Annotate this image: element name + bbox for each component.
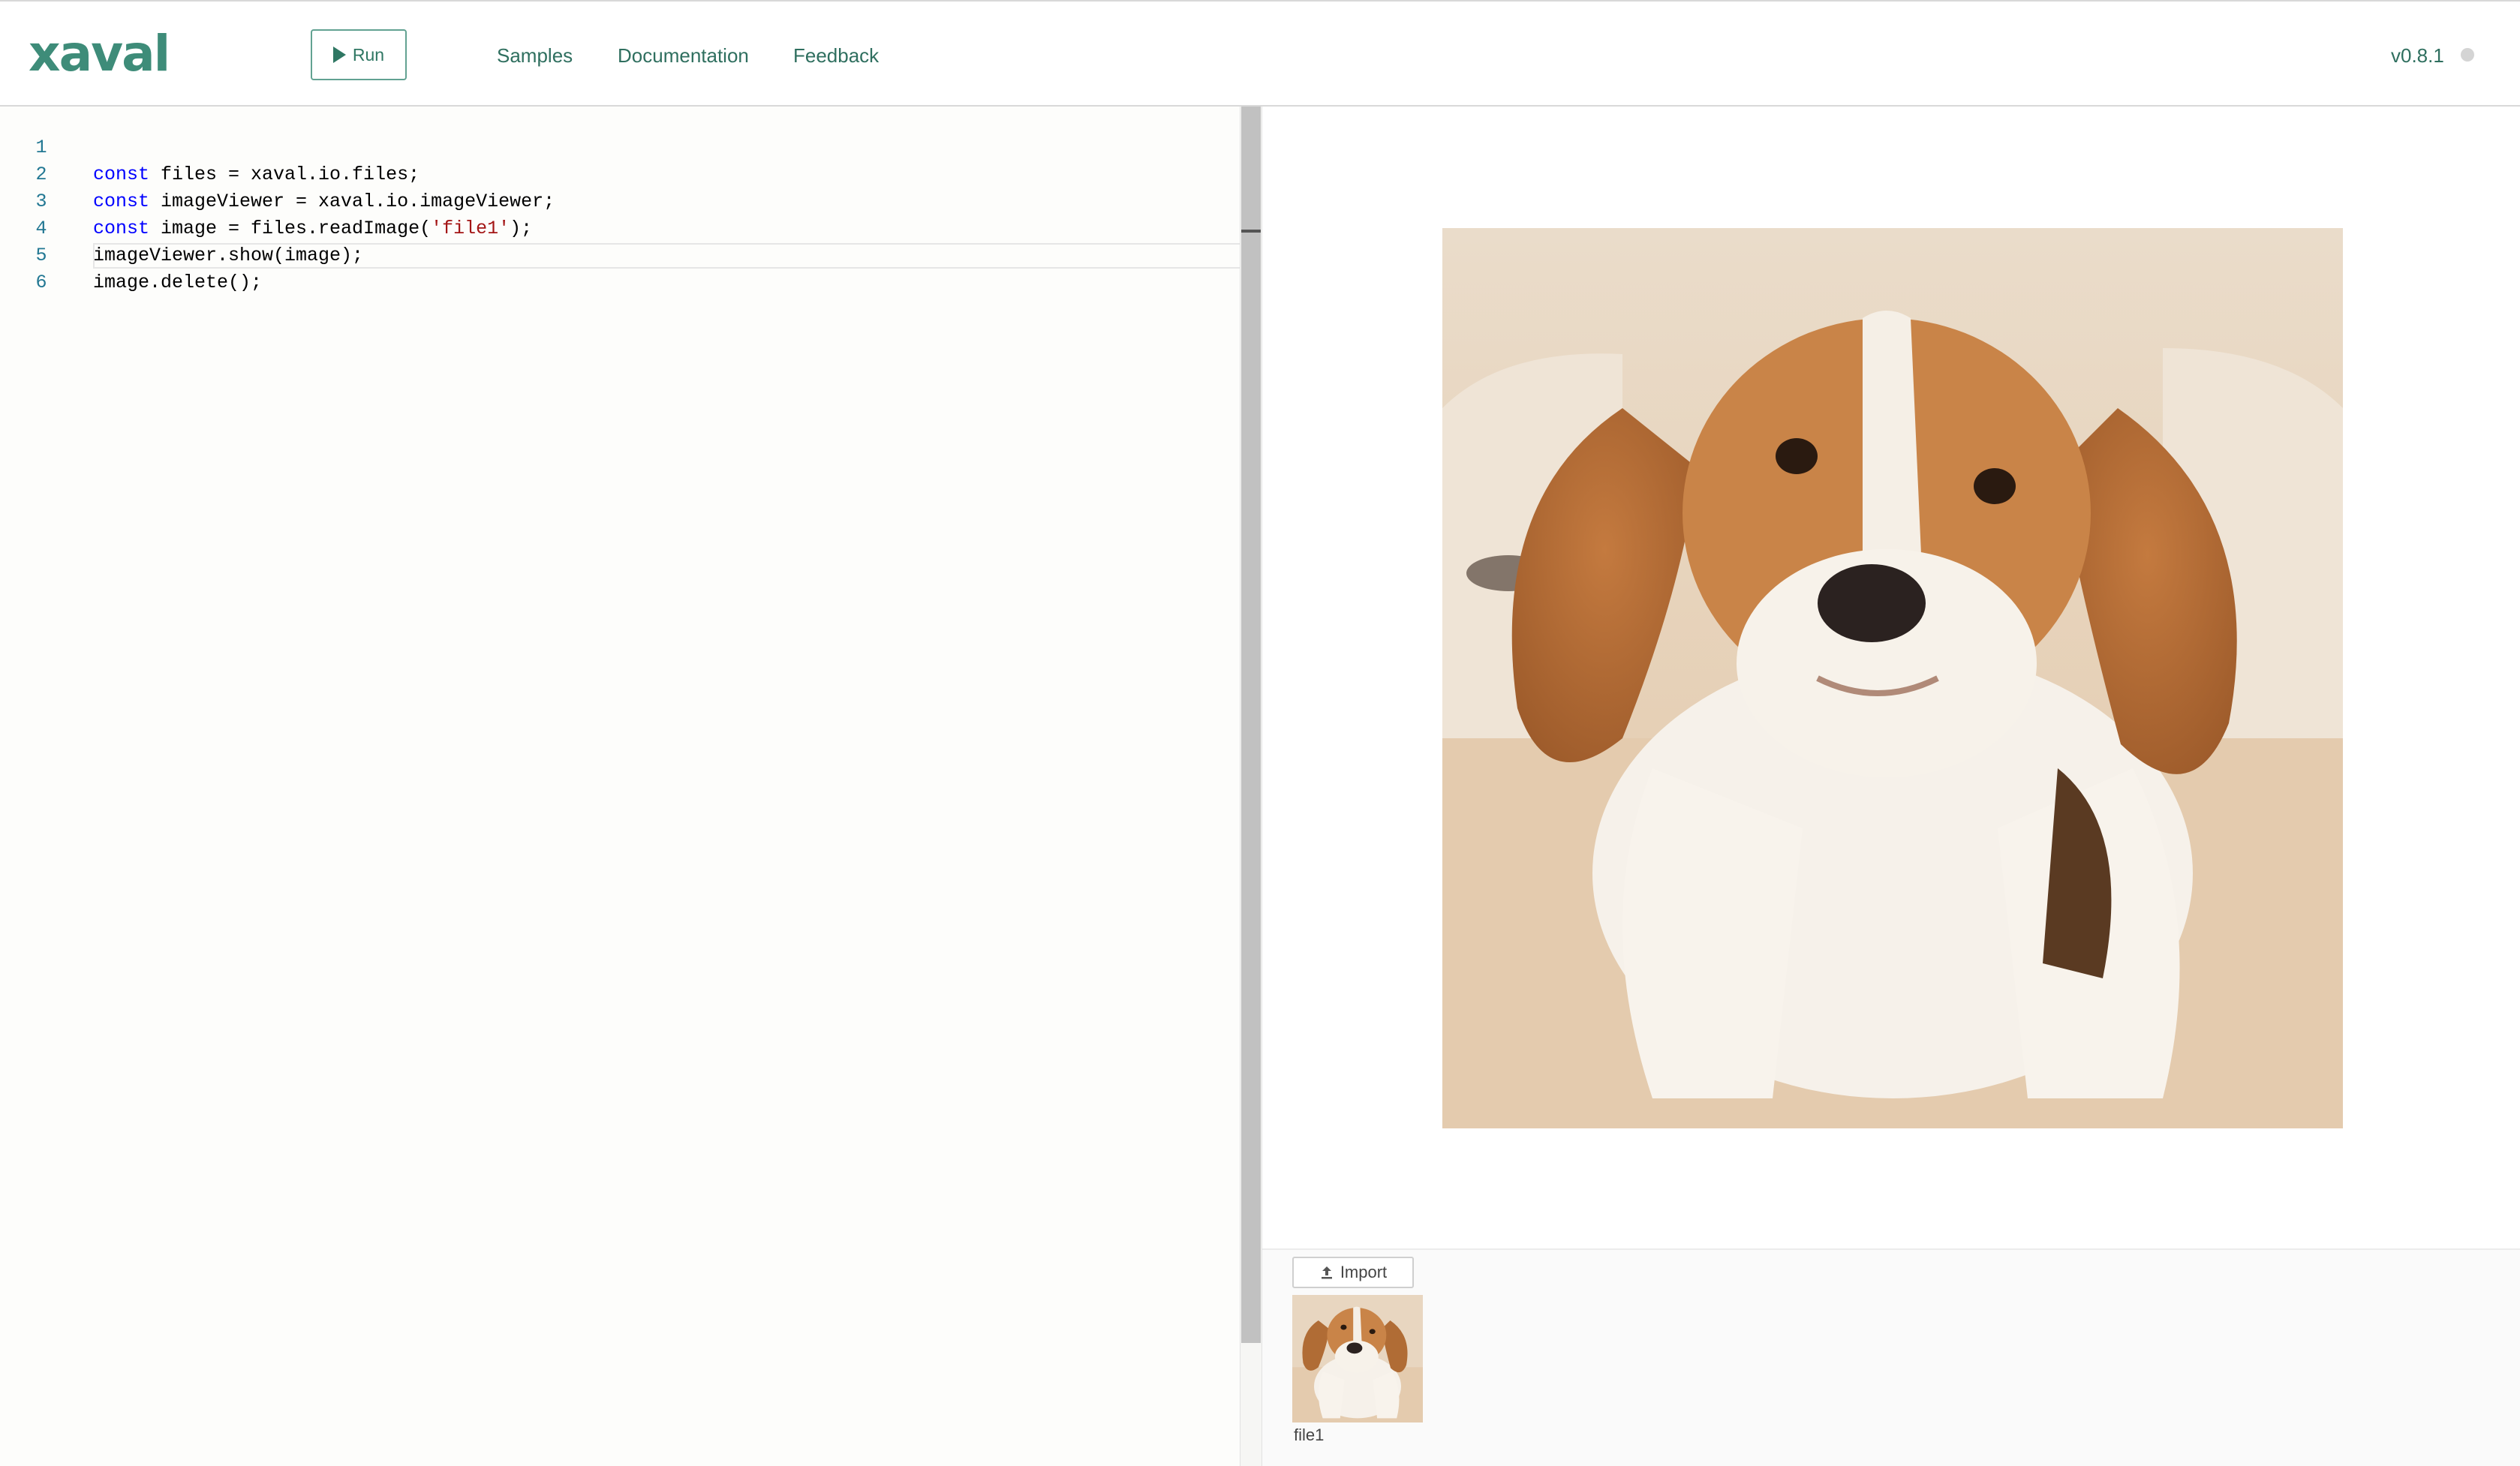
viewer-image	[1442, 228, 2343, 1128]
app-logo: xaval	[29, 25, 170, 83]
import-label: Import	[1340, 1263, 1388, 1281]
code-line[interactable]: 2 const imageViewer = xaval.io.imageView…	[0, 134, 1241, 212]
run-button[interactable]: Run	[311, 29, 407, 80]
upload-icon	[1321, 1266, 1332, 1279]
code-line[interactable]: 3 const image = files.readImage('file1')…	[0, 161, 1241, 239]
code-line[interactable]: 4 imageViewer.show(image);	[0, 188, 1241, 266]
file-name-label: file1	[1294, 1425, 1325, 1444]
file-panel	[1262, 1248, 2520, 1466]
import-button[interactable]: Import	[1292, 1257, 1414, 1288]
version-label: v0.8.1	[2391, 44, 2444, 67]
code-line[interactable]: 5 image.delete();	[0, 215, 1241, 293]
line-code: image.delete();	[93, 272, 263, 293]
line-number: 6	[35, 272, 47, 293]
nav-feedback[interactable]: Feedback	[793, 41, 879, 71]
top-bar: xaval Run Samples Documentation Feedback…	[0, 0, 2520, 107]
scrollbar-cursor-marker	[1241, 230, 1261, 233]
status-dot-icon	[2461, 48, 2474, 62]
play-icon	[332, 47, 346, 63]
code-line[interactable]: 1 const files = xaval.io.files;	[0, 107, 1241, 185]
editor-scrollbar-thumb[interactable]	[1241, 107, 1261, 1343]
run-label: Run	[352, 44, 385, 65]
file-thumbnail[interactable]	[1292, 1295, 1423, 1422]
nav-documentation[interactable]: Documentation	[618, 41, 749, 71]
current-line-highlight	[93, 243, 1259, 269]
code-editor[interactable]	[0, 107, 1241, 1466]
nav-samples[interactable]: Samples	[497, 41, 573, 71]
